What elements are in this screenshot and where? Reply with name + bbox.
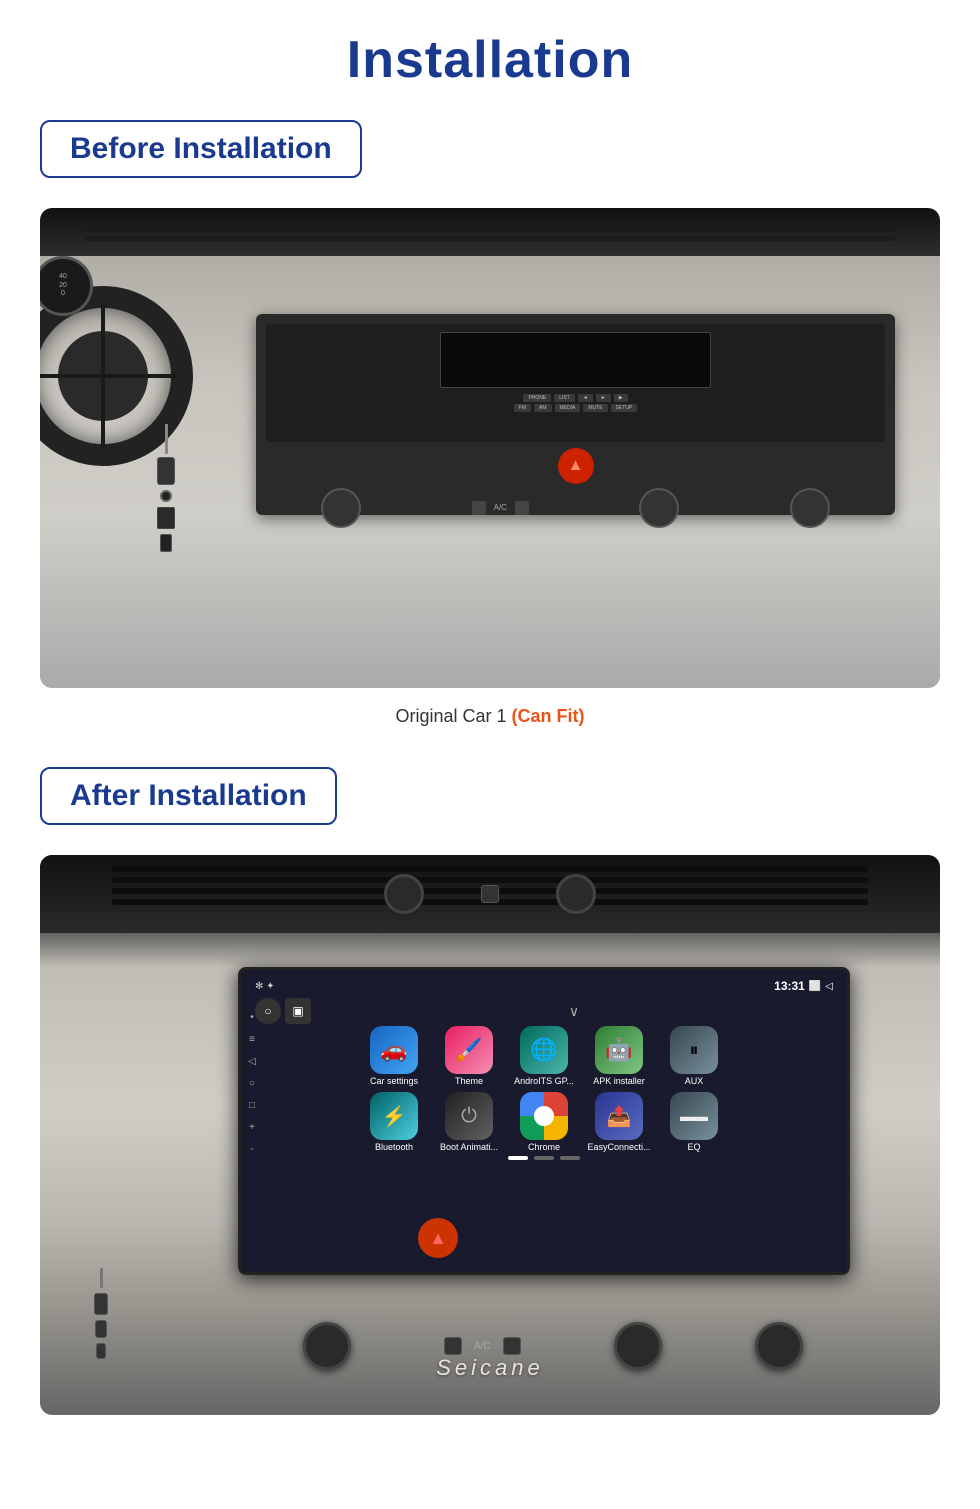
app-aux[interactable]: ⏸ AUX	[662, 1026, 727, 1086]
apps-row-2: ⚡ Bluetooth ⏻ Boot Animati... Chrome	[247, 1092, 841, 1152]
before-installation-image: 40200 PHONE LIST ◄ ► ▶	[40, 208, 940, 688]
app-apk-installer[interactable]: 🤖 APK installer	[587, 1026, 652, 1086]
hazard-button[interactable]: ▲	[418, 1218, 458, 1258]
page-title: Installation	[347, 30, 633, 90]
after-installation-label: After Installation	[40, 767, 337, 825]
android-head-unit: ✻ ✦ 13:31 ⬜ ◁ ○ ▣ ∨ 🚗	[238, 967, 850, 1275]
brand-watermark: Seicane	[436, 1355, 544, 1381]
android-status-bar: ✻ ✦ 13:31 ⬜ ◁	[247, 976, 841, 996]
app-bluetooth[interactable]: ⚡ Bluetooth	[362, 1092, 427, 1152]
app-eq[interactable]: ▬▬ EQ	[662, 1092, 727, 1152]
after-installation-image: ✻ ✦ 13:31 ⬜ ◁ ○ ▣ ∨ 🚗	[40, 855, 940, 1415]
app-easyconnect[interactable]: 📤 EasyConnecti...	[587, 1092, 652, 1152]
page-indicator	[247, 1152, 841, 1164]
app-chrome[interactable]: Chrome	[512, 1092, 577, 1152]
app-theme[interactable]: 🖌️ Theme	[437, 1026, 502, 1086]
top-icons-row: ○ ▣ ∨	[247, 996, 841, 1026]
app-boot-animation[interactable]: ⏻ Boot Animati...	[437, 1092, 502, 1152]
caption: Original Car 1 (Can Fit)	[395, 706, 584, 727]
app-androits[interactable]: 🌐 AndroITS GP...	[512, 1026, 577, 1086]
before-installation-label: Before Installation	[40, 120, 362, 178]
screen-left-sidebar: • ≡ ◁ ○ □ + -	[245, 1010, 259, 1156]
status-time: 13:31	[774, 979, 805, 993]
app-car-settings[interactable]: 🚗 Car settings	[362, 1026, 427, 1086]
apps-row-1: 🚗 Car settings 🖌️ Theme 🌐 AndroITS GP...	[247, 1026, 841, 1086]
key-fobs	[94, 1268, 108, 1359]
